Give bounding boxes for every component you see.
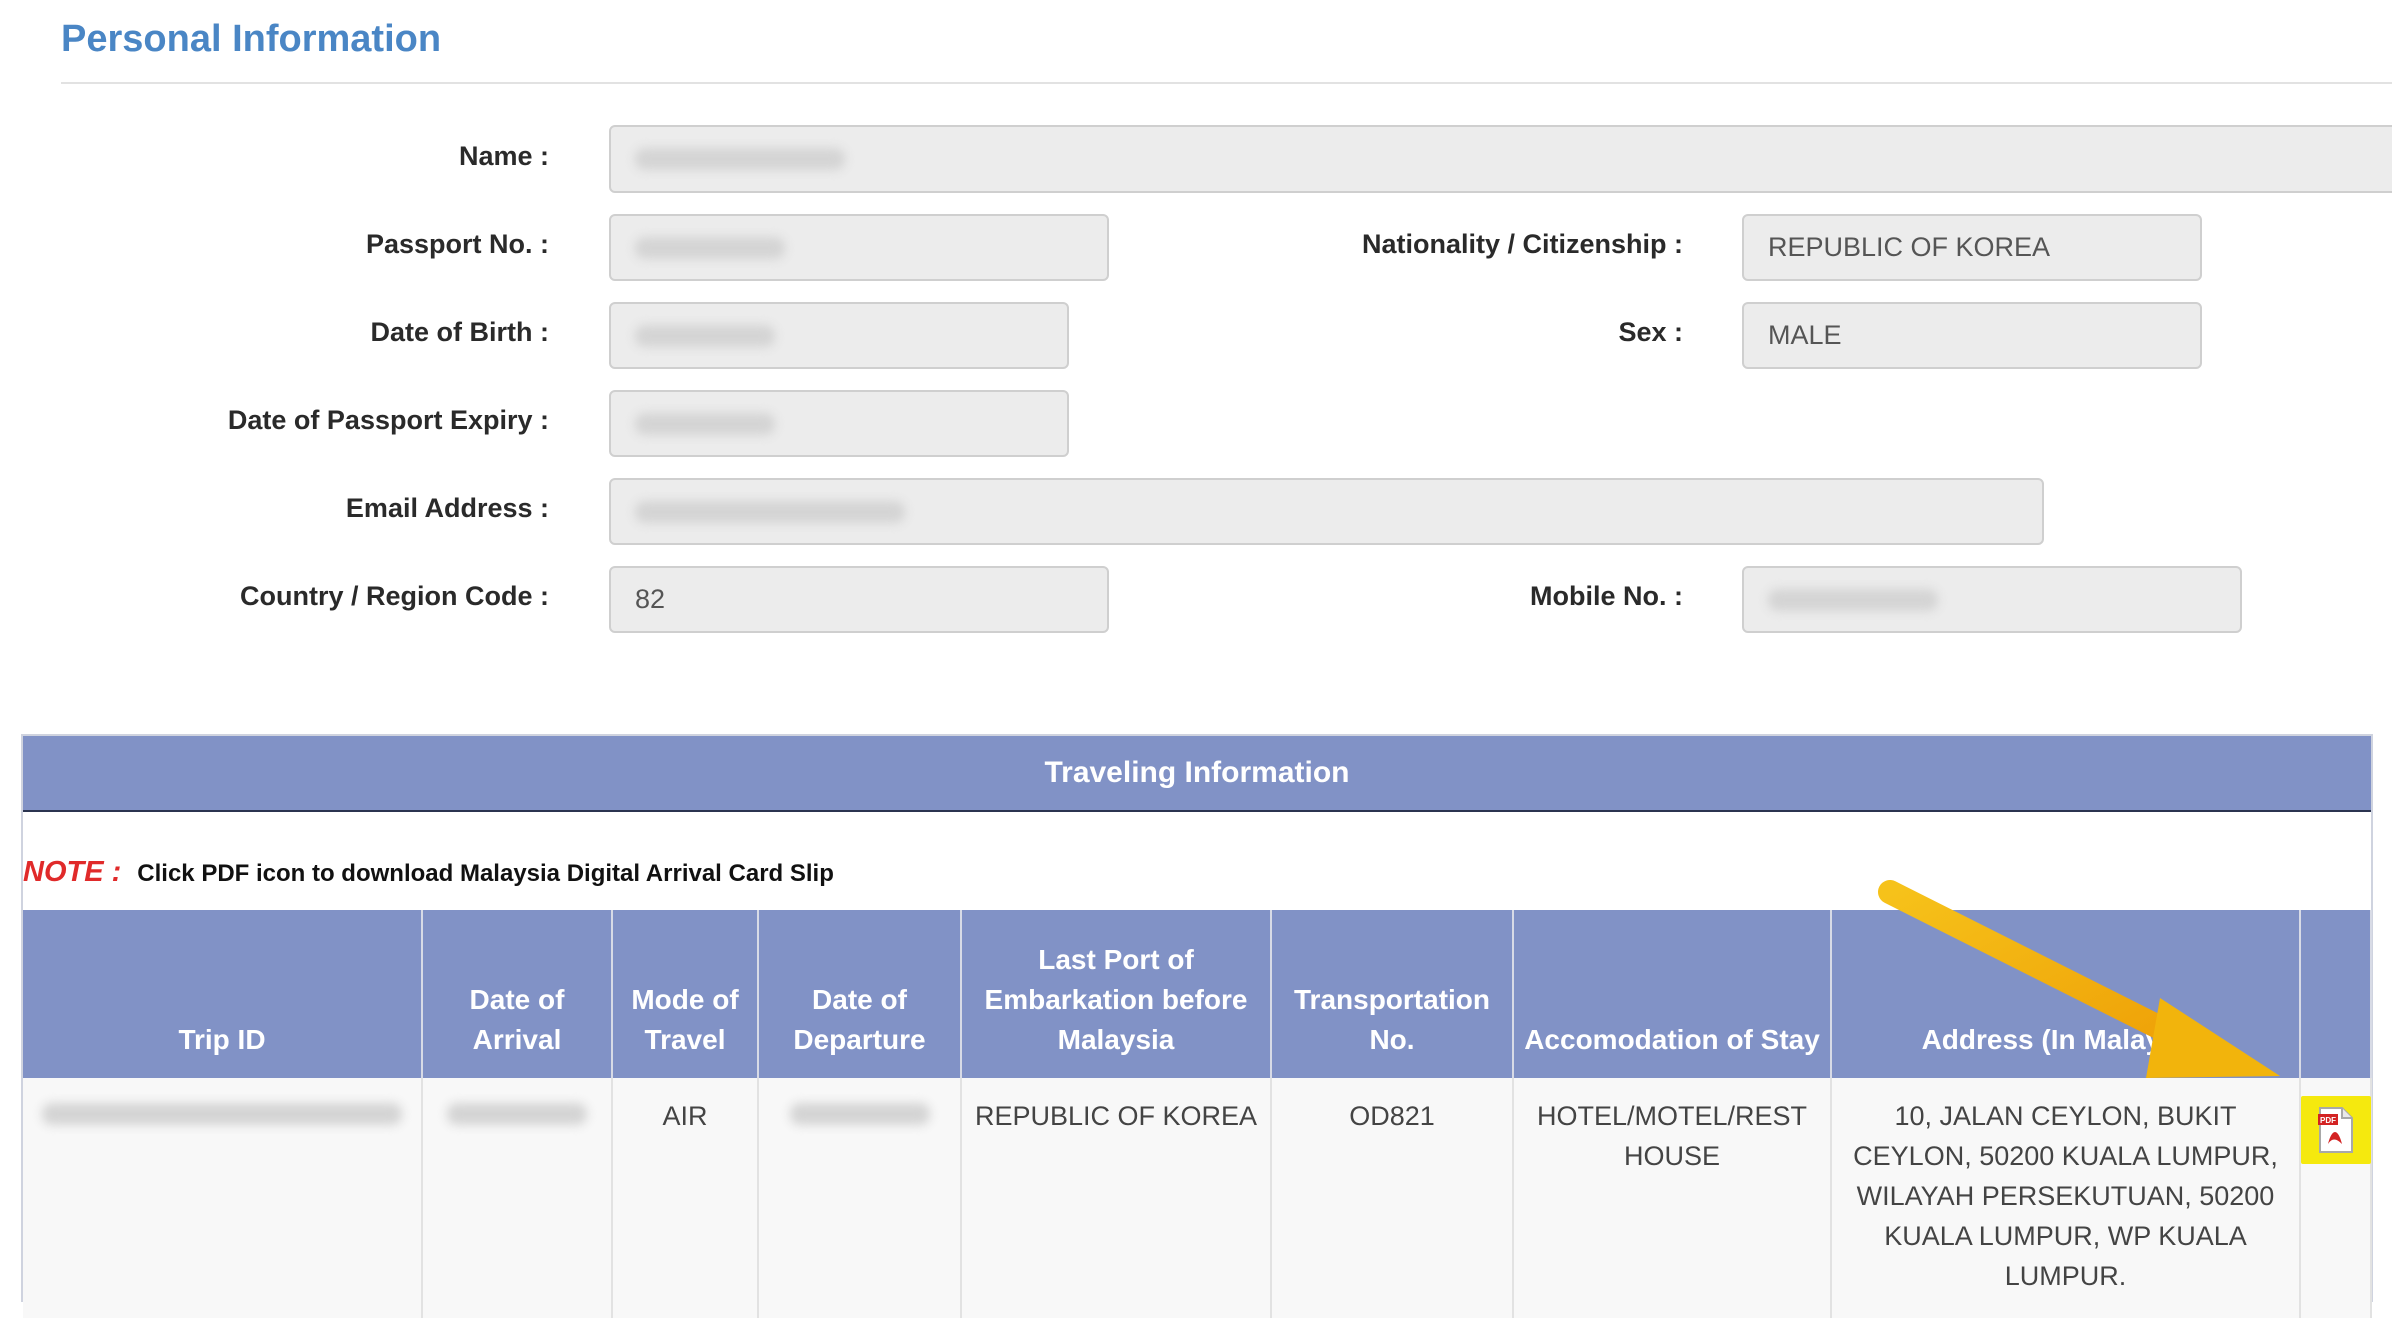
cell-mode-of-travel: AIR <box>612 1078 759 1318</box>
name-field[interactable] <box>609 125 2392 193</box>
mobile-label: Mobile No. : <box>1530 581 1683 611</box>
email-field[interactable] <box>609 478 2044 545</box>
dob-label: Date of Birth : <box>370 317 550 347</box>
pdf-icon-label: PDF <box>2320 1116 2336 1125</box>
nationality-label: Nationality / Citizenship : <box>1361 229 1683 259</box>
traveling-information-panel: Traveling Information NOTE : Click PDF i… <box>21 734 2373 1318</box>
sex-field[interactable]: MALE <box>1742 302 2202 369</box>
cell-date-of-departure <box>758 1078 962 1318</box>
expiry-label: Date of Passport Expiry : <box>227 405 549 435</box>
table-header-row: Trip ID Date of Arrival Mode of Travel D… <box>23 910 2372 1078</box>
column-address: Address (In Malaysia) <box>1831 910 2301 1078</box>
nationality-field[interactable]: REPUBLIC OF KOREA <box>1742 214 2202 281</box>
redacted-value <box>1768 588 1938 611</box>
redacted-value <box>635 324 775 347</box>
passport-label: Passport No. : <box>365 229 549 259</box>
column-accommodation: Accomodation of Stay <box>1513 910 1832 1078</box>
title-divider <box>61 82 2392 84</box>
redacted-value <box>789 1103 930 1125</box>
mobile-field[interactable] <box>1742 566 2242 633</box>
email-label: Email Address : <box>345 493 549 523</box>
note-text: Click PDF icon to download Malaysia Digi… <box>137 860 834 887</box>
redacted-value <box>635 236 785 259</box>
name-label: Name : <box>458 141 549 171</box>
redacted-value <box>42 1103 402 1125</box>
download-note: NOTE : Click PDF icon to download Malays… <box>23 856 834 889</box>
cell-address: 10, JALAN CEYLON, BUKIT CEYLON, 50200 KU… <box>1831 1078 2301 1318</box>
cell-pdf: PDF <box>2300 1078 2372 1318</box>
column-pdf <box>2300 910 2372 1078</box>
column-mode-of-travel: Mode of Travel <box>612 910 759 1078</box>
passport-field[interactable] <box>609 214 1109 281</box>
table-row: AIR REPUBLIC OF KOREA OD821 HOTEL/MOTEL/… <box>23 1078 2372 1318</box>
column-date-of-departure: Date of Departure <box>758 910 962 1078</box>
redacted-value <box>635 148 845 170</box>
dob-field[interactable] <box>609 302 1069 369</box>
column-trip-id: Trip ID <box>23 910 423 1078</box>
column-date-of-arrival: Date of Arrival <box>422 910 613 1078</box>
sex-label: Sex : <box>1618 317 1683 347</box>
expiry-field[interactable] <box>609 390 1069 457</box>
cell-trip-id <box>23 1078 423 1318</box>
cell-date-of-arrival <box>422 1078 613 1318</box>
panel-title: Traveling Information <box>23 736 2371 812</box>
trips-table: Trip ID Date of Arrival Mode of Travel D… <box>23 910 2372 1318</box>
column-last-port: Last Port of Embarkation before Malaysia <box>961 910 1272 1078</box>
cell-last-port: REPUBLIC OF KOREA <box>961 1078 1272 1318</box>
redacted-value <box>635 500 905 523</box>
redacted-value <box>447 1103 587 1125</box>
page-title: Personal Information <box>61 18 442 60</box>
column-transportation-no: Transportation No. <box>1271 910 1514 1078</box>
pdf-icon: PDF <box>2318 1107 2353 1153</box>
cell-transportation-no: OD821 <box>1271 1078 1514 1318</box>
pdf-download-button[interactable]: PDF <box>2301 1096 2371 1164</box>
region-code-field[interactable]: 82 <box>609 566 1109 633</box>
cell-accommodation: HOTEL/MOTEL/REST HOUSE <box>1513 1078 1832 1318</box>
region-code-label: Country / Region Code : <box>240 581 549 611</box>
redacted-value <box>635 412 775 435</box>
note-tag: NOTE : <box>23 856 122 888</box>
